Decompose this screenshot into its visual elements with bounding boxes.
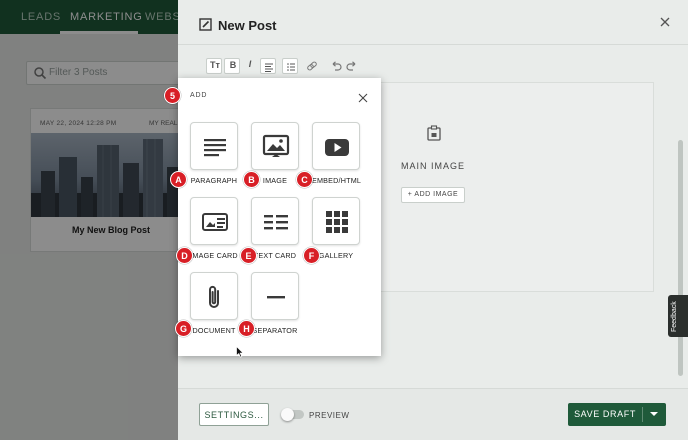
paperclip-icon <box>209 285 219 308</box>
add-separator-tile[interactable] <box>251 272 299 320</box>
italic-button[interactable]: I <box>242 58 258 74</box>
preview-toggle[interactable] <box>281 408 304 421</box>
text-card-icon <box>264 215 288 230</box>
drawer-header: New Post <box>178 0 688 44</box>
italic-icon: I <box>248 59 252 69</box>
marker-h-text: H <box>243 324 250 334</box>
text-card-label: TEXT CARD <box>253 251 297 260</box>
undo-icon <box>332 61 342 71</box>
save-draft-button[interactable]: SAVE DRAFT <box>568 403 666 426</box>
add-image-card-tile[interactable] <box>190 197 238 245</box>
marker-c: C <box>296 171 313 188</box>
image-card-label: IMAGE CARD <box>190 251 238 260</box>
close-drawer-icon[interactable] <box>658 15 672 29</box>
list-icon <box>287 63 295 71</box>
link-button[interactable] <box>304 58 320 74</box>
main-image-panel: MAIN IMAGE + ADD IMAGE <box>380 82 654 292</box>
list-button[interactable] <box>282 58 298 74</box>
marker-e-text: E <box>245 251 252 261</box>
add-image-button-label: + ADD IMAGE <box>407 191 459 198</box>
drawer-divider <box>178 44 688 45</box>
drawer-scrollbar[interactable] <box>678 140 683 376</box>
marker-a: A <box>170 171 187 188</box>
marker-g-text: G <box>179 324 187 334</box>
marker-g: G <box>175 320 192 337</box>
link-icon <box>307 61 317 71</box>
add-document-tile[interactable] <box>190 272 238 320</box>
feedback-label: Feedback <box>671 301 678 332</box>
image-card-icon <box>202 213 228 231</box>
marker-e: E <box>240 247 257 264</box>
save-button-separator <box>642 407 643 422</box>
drawer-footer: SETTINGS... PREVIEW SAVE DRAFT <box>178 388 688 440</box>
separator-icon <box>267 296 285 299</box>
image-icon <box>262 134 290 157</box>
redo-icon <box>346 61 356 71</box>
marker-d-text: D <box>181 251 188 261</box>
text-size-button[interactable]: Tт <box>206 58 222 74</box>
marker-c-text: C <box>301 175 308 185</box>
embed-html-label: EMBED/HTML <box>312 176 362 185</box>
embed-play-icon <box>325 139 349 156</box>
chevron-down-icon[interactable] <box>650 412 658 416</box>
marker-b: B <box>243 171 260 188</box>
marker-d: D <box>176 247 193 264</box>
marker-f-text: F <box>308 251 315 261</box>
edit-post-icon <box>199 18 212 31</box>
preview-toggle-knob <box>281 408 294 421</box>
step-marker-5: 5 <box>164 87 181 104</box>
settings-button[interactable]: SETTINGS... <box>199 403 269 426</box>
gallery-grid-icon <box>326 211 348 233</box>
bold-button[interactable]: B <box>224 58 240 74</box>
marker-h: H <box>238 320 255 337</box>
bold-icon: B <box>229 60 237 70</box>
paragraph-icon <box>204 139 226 157</box>
add-block-modal: ADD PARAGRAPH IMAGE EMBED/HTML IMAGE CAR… <box>178 78 381 356</box>
separator-label: SEPARATOR <box>252 326 298 335</box>
add-paragraph-tile[interactable] <box>190 122 238 170</box>
align-button[interactable] <box>260 58 276 74</box>
text-size-icon: Tт <box>210 60 220 70</box>
marker-a-text: A <box>175 175 182 185</box>
preview-label: PREVIEW <box>309 411 350 420</box>
mouse-cursor-icon <box>236 346 244 358</box>
add-modal-title: ADD <box>190 92 208 99</box>
drawer-title: New Post <box>218 18 277 33</box>
redo-button[interactable] <box>344 58 360 74</box>
undo-button[interactable] <box>328 58 344 74</box>
add-text-card-tile[interactable] <box>251 197 299 245</box>
add-embed-html-tile[interactable] <box>312 122 360 170</box>
close-icon[interactable] <box>358 93 368 103</box>
save-draft-label: SAVE DRAFT <box>574 409 636 419</box>
clipboard-image-icon <box>427 125 441 141</box>
step-marker-5-text: 5 <box>169 91 175 101</box>
align-icon <box>265 63 273 72</box>
add-image-button[interactable]: + ADD IMAGE <box>401 187 465 203</box>
document-label: DOCUMENT <box>192 326 236 335</box>
add-image-tile[interactable] <box>251 122 299 170</box>
marker-b-text: B <box>248 175 255 185</box>
settings-button-label: SETTINGS... <box>204 410 264 420</box>
feedback-tab[interactable]: Feedback <box>668 295 688 337</box>
main-image-label: MAIN IMAGE <box>400 161 465 171</box>
paragraph-label: PARAGRAPH <box>190 176 238 185</box>
add-gallery-tile[interactable] <box>312 197 360 245</box>
marker-f: F <box>303 247 320 264</box>
